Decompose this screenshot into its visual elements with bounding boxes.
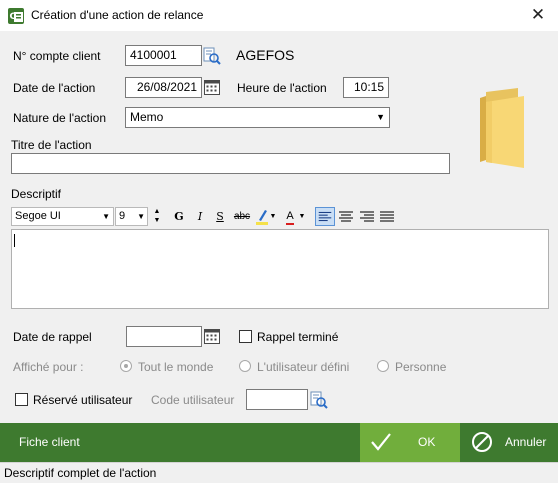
text-caret <box>14 234 15 247</box>
rappel-termine-label: Rappel terminé <box>257 330 339 344</box>
align-left-icon[interactable] <box>315 207 335 226</box>
align-center-icon[interactable] <box>336 207 356 226</box>
heure-action-label: Heure de l'action <box>237 81 327 95</box>
affiche-pour-label: Affiché pour : <box>13 360 84 374</box>
date-action-label: Date de l'action <box>13 81 96 95</box>
nature-action-label: Nature de l'action <box>13 111 107 125</box>
compte-client-name: AGEFOS <box>236 47 295 63</box>
font-family-value: Segoe UI <box>15 210 61 222</box>
ok-label: OK <box>418 435 436 449</box>
date-rappel-label: Date de rappel <box>13 330 92 344</box>
annuler-label: Annuler <box>505 435 547 449</box>
radio-personne[interactable] <box>377 360 389 372</box>
bold-button[interactable]: G <box>170 207 188 226</box>
italic-button[interactable]: I <box>191 207 209 226</box>
font-color-button[interactable]: A <box>283 207 297 226</box>
dropdown-arrow-icon: ▼ <box>376 112 385 122</box>
nature-action-select[interactable]: Memo ▼ <box>125 107 390 128</box>
nature-action-value: Memo <box>130 110 164 124</box>
reserve-utilisateur-label: Réservé utilisateur <box>33 393 133 407</box>
code-utilisateur-label: Code utilisateur <box>151 393 235 407</box>
heure-action-input[interactable]: 10:15 <box>343 77 389 98</box>
calendar-icon[interactable] <box>203 327 221 345</box>
dropdown-arrow-icon: ▼ <box>102 212 110 221</box>
search-icon[interactable] <box>203 47 221 65</box>
align-justify-icon[interactable] <box>377 207 397 226</box>
titre-action-input[interactable] <box>11 153 450 174</box>
reserve-utilisateur-checkbox[interactable] <box>15 393 28 406</box>
radio-utilisateur-defini[interactable] <box>239 360 251 372</box>
radio-tout-le-monde[interactable] <box>120 360 132 372</box>
close-button[interactable]: ✕ <box>524 2 552 28</box>
font-size-value: 9 <box>119 210 126 222</box>
font-size-select[interactable]: 9 ▼ <box>115 207 148 226</box>
ok-button[interactable]: OK <box>360 423 460 462</box>
dropdown-arrow-icon: ▼ <box>137 212 145 221</box>
date-action-input[interactable]: 26/08/2021 <box>125 77 202 98</box>
search-icon[interactable] <box>310 391 328 409</box>
highlight-dropdown-icon[interactable]: ▼ <box>268 207 278 226</box>
font-color-label: A <box>286 210 294 225</box>
code-utilisateur-input[interactable] <box>246 389 308 410</box>
svg-text:C: C <box>10 12 17 22</box>
font-size-spin-icon[interactable]: ▲ ▼ <box>151 207 163 226</box>
highlight-pen-icon[interactable] <box>255 207 269 226</box>
window-title: Création d'une action de relance <box>31 8 204 22</box>
calendar-icon[interactable] <box>203 78 221 96</box>
cancel-icon <box>472 432 492 452</box>
folder-icon <box>480 88 524 168</box>
align-right-icon[interactable] <box>357 207 377 226</box>
descriptif-editor[interactable] <box>11 229 549 309</box>
app-icon: C <box>8 8 24 24</box>
compte-client-label: N° compte client <box>13 49 101 63</box>
compte-client-input[interactable]: 4100001 <box>125 45 202 66</box>
radio-tout-le-monde-label: Tout le monde <box>138 360 214 374</box>
rappel-termine-checkbox[interactable] <box>239 330 252 343</box>
checkmark-icon <box>371 433 391 451</box>
font-family-select[interactable]: Segoe UI ▼ <box>11 207 114 226</box>
fiche-client-button[interactable]: Fiche client <box>0 423 360 462</box>
font-color-dropdown-icon[interactable]: ▼ <box>297 207 307 226</box>
strikethrough-button[interactable]: abc <box>231 207 253 226</box>
underline-button[interactable]: S <box>211 207 229 226</box>
editor-toolbar: Segoe UI ▼ 9 ▼ ▲ ▼ G I S abc ▼ A ▼ <box>11 207 395 226</box>
descriptif-label: Descriptif <box>11 187 62 201</box>
titre-action-label: Titre de l'action <box>11 138 92 152</box>
radio-personne-label: Personne <box>395 360 447 374</box>
radio-utilisateur-defini-label: L'utilisateur défini <box>257 360 350 374</box>
date-rappel-input[interactable] <box>126 326 202 347</box>
status-bar: Descriptif complet de l'action <box>0 462 558 483</box>
annuler-button[interactable]: Annuler <box>460 423 558 462</box>
